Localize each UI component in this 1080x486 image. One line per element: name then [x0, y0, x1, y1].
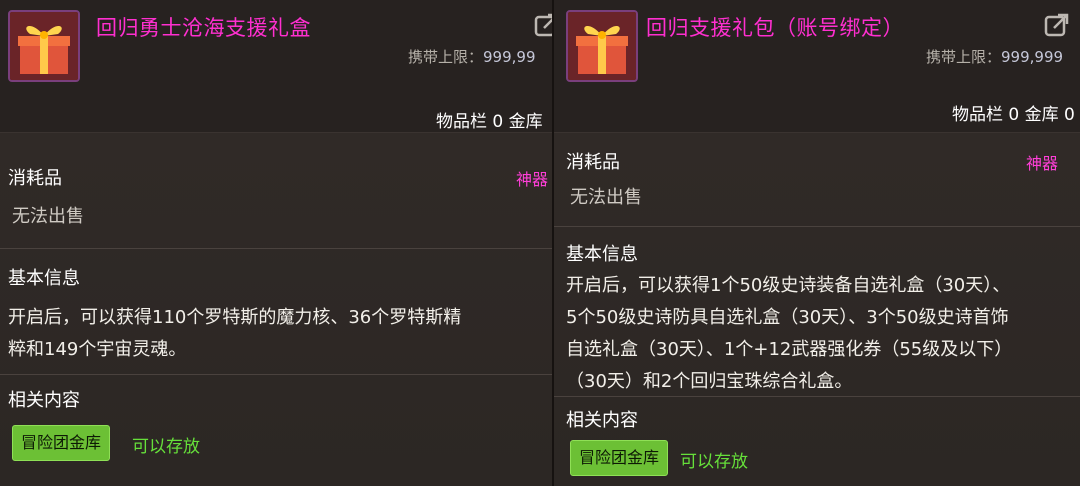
related-heading: 相关内容	[8, 390, 80, 411]
storage-count: 物品栏 0 金库 0	[952, 105, 1075, 125]
carry-limit-value: 999,99	[483, 48, 536, 66]
export-link-icon[interactable]	[534, 12, 552, 38]
sell-status: 无法出售	[570, 187, 642, 208]
rarity-label: 神器	[516, 170, 549, 189]
adventure-vault-tag[interactable]: 冒险团金库	[570, 440, 669, 476]
carry-limit-label: 携带上限：	[926, 48, 1002, 66]
description-line: 开启后，可以获得1个50级史诗装备自选礼盒（30天）、	[566, 275, 1011, 296]
item-category: 消耗品	[566, 152, 620, 173]
gift-box-icon	[8, 10, 80, 82]
rarity-label: 神器	[1026, 154, 1059, 173]
description-line: 开启后，可以获得110个罗特斯的魔力核、36个罗特斯精	[8, 307, 462, 328]
basic-info-heading: 基本信息	[8, 268, 80, 289]
section-divider	[554, 396, 1080, 397]
related-heading: 相关内容	[566, 410, 638, 431]
item-tooltip-left: 回归勇士沧海支援礼盒 携带上限：999,99 物品栏 0 金库 消耗品 神器 无…	[0, 0, 552, 486]
item-tooltip-right: 回归支援礼包（账号绑定） 携带上限：999,999 物品栏 0 金库 0 消耗品…	[552, 0, 1080, 486]
carry-limit: 携带上限：999,99	[408, 46, 536, 67]
description-line: （30天）和2个回归宝珠综合礼盒。	[566, 371, 853, 392]
item-title: 回归勇士沧海支援礼盒	[96, 16, 311, 40]
storable-status: 可以存放	[680, 452, 748, 472]
item-description: 开启后，可以获得1个50级史诗装备自选礼盒（30天）、 5个50级史诗防具自选礼…	[566, 270, 1012, 398]
carry-limit-value: 999,999	[1001, 48, 1064, 66]
carry-limit: 携带上限：999,999	[926, 46, 1063, 67]
basic-info-heading: 基本信息	[566, 244, 638, 265]
carry-limit-label: 携带上限：	[408, 48, 484, 66]
storage-count: 物品栏 0 金库	[436, 112, 543, 132]
item-description: 开启后，可以获得110个罗特斯的魔力核、36个罗特斯精 粹和149个宇宙灵魂。	[8, 302, 461, 366]
description-line: 粹和149个宇宙灵魂。	[8, 339, 187, 360]
storable-status: 可以存放	[132, 437, 200, 457]
section-divider	[0, 374, 552, 375]
gift-box-icon	[566, 10, 638, 82]
description-line: 5个50级史诗防具自选礼盒（30天）、3个50级史诗首饰	[566, 307, 1009, 328]
item-title: 回归支援礼包（账号绑定）	[646, 16, 904, 40]
description-line: 自选礼盒（30天）、1个+12武器强化券（55级及以下）	[566, 339, 1013, 360]
adventure-vault-tag[interactable]: 冒险团金库	[12, 425, 111, 461]
section-divider	[0, 248, 552, 249]
export-link-icon[interactable]	[1044, 12, 1070, 38]
item-category: 消耗品	[8, 168, 62, 189]
section-divider	[554, 226, 1080, 227]
sell-status: 无法出售	[12, 206, 84, 227]
